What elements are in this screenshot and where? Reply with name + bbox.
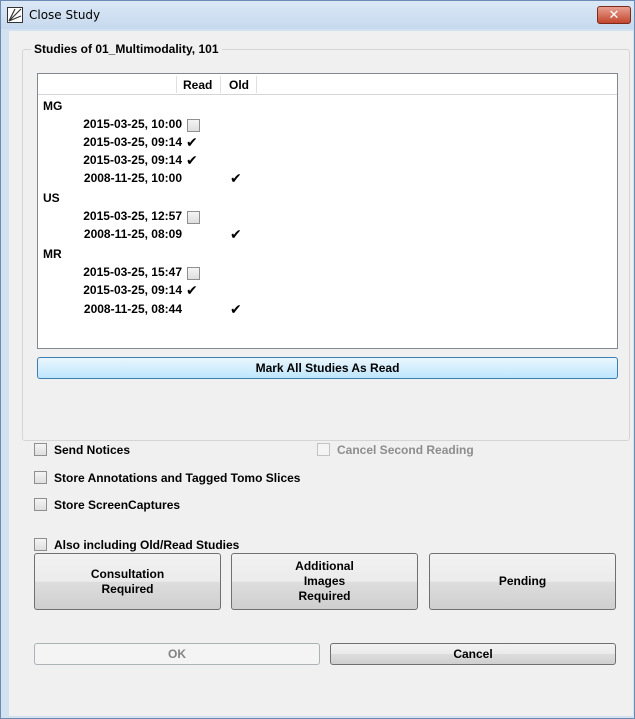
studies-table[interactable]: Read Old MG 2015-03-25, 10:00 2015-03-25… (37, 73, 618, 349)
modality-group-label: US (43, 191, 60, 205)
send-notices-option[interactable]: Send Notices (34, 442, 194, 458)
store-screencaptures-option[interactable]: Store ScreenCaptures (34, 497, 234, 513)
include-old-read-label: Also including Old/Read Studies (54, 538, 240, 552)
include-old-read-checkbox[interactable] (34, 538, 47, 551)
app-logo-icon (7, 7, 23, 23)
study-date: 2015-03-25, 09:14 (83, 153, 182, 167)
title-bar[interactable]: Close Study ✕ (1, 1, 634, 29)
close-icon: ✕ (608, 7, 620, 22)
read-check-icon: ✔ (186, 282, 198, 298)
study-date: 2015-03-25, 15:47 (83, 265, 182, 279)
store-annotations-label: Store Annotations and Tagged Tomo Slices (54, 471, 301, 485)
study-date: 2008-11-25, 10:00 (83, 171, 182, 185)
cancel-second-reading-option: Cancel Second Reading (317, 442, 517, 458)
column-header-read[interactable]: Read (183, 78, 212, 92)
study-date: 2015-03-25, 09:14 (83, 283, 182, 297)
store-screencaptures-label: Store ScreenCaptures (54, 498, 181, 512)
study-date: 2015-03-25, 09:14 (83, 135, 182, 149)
store-annotations-option[interactable]: Store Annotations and Tagged Tomo Slices (34, 470, 334, 486)
close-study-window: Close Study ✕ Studies of 01_Multimodalit… (0, 0, 635, 719)
read-check-icon: ✔ (186, 152, 198, 168)
study-date: 2008-11-25, 08:44 (83, 302, 182, 316)
table-header: Read Old (38, 74, 617, 95)
old-check-icon: ✔ (230, 301, 242, 317)
study-date: 2015-03-25, 12:57 (83, 209, 182, 223)
send-notices-checkbox[interactable] (34, 443, 47, 456)
studies-group: Studies of 01_Multimodality, 101 Read Ol… (22, 42, 630, 441)
include-old-read-option[interactable]: Also including Old/Read Studies (34, 537, 274, 553)
study-date: 2008-11-25, 08:09 (83, 227, 182, 241)
header-separator (256, 76, 257, 93)
old-check-icon: ✔ (230, 170, 242, 186)
study-date: 2015-03-25, 10:00 (83, 117, 182, 131)
read-checkbox[interactable] (187, 119, 200, 132)
read-checkbox[interactable] (187, 211, 200, 224)
mark-all-read-button[interactable]: Mark All Studies As Read (37, 357, 618, 379)
send-notices-label: Send Notices (54, 443, 131, 457)
read-check-icon: ✔ (186, 134, 198, 150)
header-separator (176, 76, 177, 93)
column-header-old[interactable]: Old (229, 78, 249, 92)
cancel-button[interactable]: Cancel (330, 643, 616, 665)
modality-group-label: MR (43, 247, 62, 261)
header-separator (220, 76, 221, 93)
store-annotations-checkbox[interactable] (34, 471, 47, 484)
window-close-button[interactable]: ✕ (597, 6, 631, 24)
studies-group-title: Studies of 01_Multimodality, 101 (31, 42, 222, 56)
cancel-second-reading-label: Cancel Second Reading (337, 443, 474, 457)
consultation-required-button[interactable]: Consultation Required (34, 553, 221, 610)
ok-button[interactable]: OK (34, 643, 320, 665)
old-check-icon: ✔ (230, 226, 242, 242)
cancel-second-reading-checkbox (317, 443, 330, 456)
read-checkbox[interactable] (187, 267, 200, 280)
pending-button[interactable]: Pending (429, 553, 616, 610)
window-title: Close Study (29, 8, 101, 22)
store-screencaptures-checkbox[interactable] (34, 498, 47, 511)
dialog-body: Studies of 01_Multimodality, 101 Read Ol… (9, 31, 633, 716)
modality-group-label: MG (43, 99, 63, 113)
additional-images-required-button[interactable]: Additional Images Required (231, 553, 418, 610)
